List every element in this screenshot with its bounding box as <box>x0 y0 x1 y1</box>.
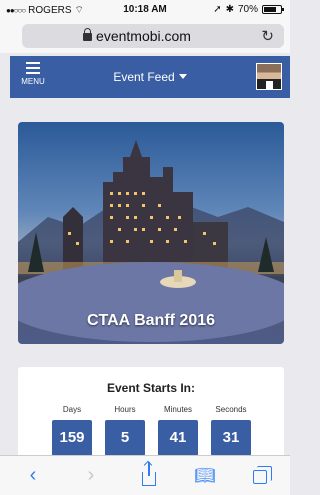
nav-title-dropdown[interactable]: Event Feed <box>10 70 290 84</box>
countdown-hours: Hours 5 <box>105 405 145 456</box>
share-icon <box>142 462 156 486</box>
app-nav-bar: MENU Event Feed <box>10 56 290 98</box>
status-bar: ●●○○○ ROGERS ︎⌔ 10:18 AM ➚ ✱ 70% <box>0 0 290 20</box>
location-icon: ➚ <box>213 4 222 15</box>
browser-address-area: eventmobi.com ↻ <box>0 20 290 53</box>
bluetooth-icon: ✱ <box>225 4 234 15</box>
bookmarks-icon[interactable]: 📖︎ <box>190 466 220 486</box>
reload-icon[interactable]: ↻ <box>261 27 274 45</box>
countdown-seconds-label: Seconds <box>215 405 247 414</box>
countdown-days: Days 159 <box>52 405 92 456</box>
countdown-minutes-label: Minutes <box>163 405 192 414</box>
countdown-minutes-value: 41 <box>158 420 198 456</box>
browser-toolbar: ‹ › 📖︎ <box>0 455 290 495</box>
url-display[interactable]: eventmobi.com <box>22 28 252 44</box>
page-content: CTAA Banff 2016 Event Starts In: Days 15… <box>10 98 290 495</box>
tabs-icon <box>253 466 272 484</box>
caret-down-icon <box>178 74 187 79</box>
nav-title: Event Feed <box>113 70 175 84</box>
back-icon[interactable]: ‹ <box>18 464 48 487</box>
hero-caption: CTAA Banff 2016 <box>86 312 216 329</box>
status-right: ➚ ✱ 70% <box>213 4 284 15</box>
address-bar[interactable]: eventmobi.com ↻ <box>22 24 284 48</box>
hero-banner[interactable]: CTAA Banff 2016 <box>18 122 284 344</box>
forward-icon[interactable]: › <box>76 464 106 487</box>
countdown-hours-value: 5 <box>105 420 145 456</box>
lock-icon <box>83 28 93 41</box>
countdown-minutes: Minutes 41 <box>158 405 198 456</box>
countdown-hours-label: Hours <box>114 405 136 414</box>
url-text: eventmobi.com <box>96 28 191 44</box>
battery-icon <box>262 5 284 14</box>
countdown-seconds: Seconds 31 <box>211 405 251 456</box>
avatar[interactable] <box>256 63 282 90</box>
countdown-heading: Event Starts In: <box>106 381 196 395</box>
countdown-days-label: Days <box>62 405 82 414</box>
countdown-days-value: 159 <box>52 420 92 456</box>
countdown-seconds-value: 31 <box>211 420 251 456</box>
hotel-image <box>18 140 284 342</box>
battery-percent: 70% <box>237 4 258 15</box>
